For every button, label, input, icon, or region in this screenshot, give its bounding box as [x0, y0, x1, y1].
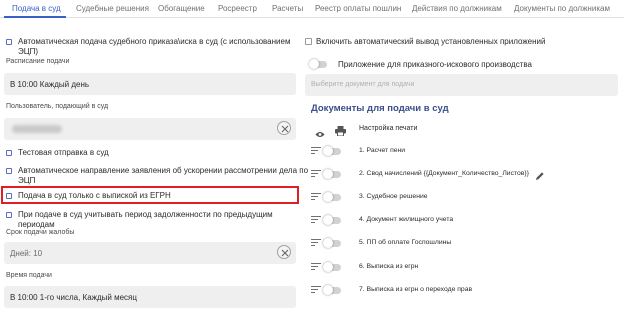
document-name: 2. Свод начислений {{Документ_Количество… [359, 170, 529, 177]
auto-submit-label: Автоматическая подача судебного приказа\… [18, 37, 291, 46]
drag-handle-icon[interactable] [311, 170, 321, 178]
tab-debtor-documents[interactable]: Документы по должникам [514, 4, 610, 13]
document-row: 5. ПП об оплате Госпошлины [311, 237, 611, 251]
tab-bar: Подача в суд Судебные решения Обогащение… [0, 0, 624, 18]
close-icon [281, 125, 289, 133]
drag-handle-icon[interactable] [311, 216, 321, 224]
document-name: 4. Документ жилищного учета [359, 216, 454, 223]
print-settings-header: Настройка печати [311, 123, 611, 137]
document-name: 1. Расчет пени [359, 147, 406, 154]
document-row: 6. Выписка из егрн [311, 261, 611, 275]
order-claim-toggle[interactable] [309, 59, 327, 69]
test-submit-checkbox[interactable] [6, 150, 12, 156]
document-row: 7. Выписка из егрн о переходе прав [311, 284, 611, 298]
document-row: 2. Свод начислений {{Документ_Количество… [311, 168, 611, 182]
printer-icon[interactable] [335, 123, 346, 141]
tab-court-submission[interactable]: Подача в суд [12, 4, 61, 13]
test-submit-label: Тестовая отправка в суд [18, 148, 109, 157]
document-name: 7. Выписка из егрн о переходе прав [359, 286, 473, 293]
complaint-label: Срок подачи жалобы [6, 229, 75, 236]
auto-submit-label-cont: ЭЦП) [18, 47, 39, 56]
pencil-icon[interactable] [535, 168, 545, 186]
debt-period-label: При подаче в суд учитывать период задолж… [18, 210, 273, 219]
order-claim-label: Приложение для приказного-искового произ… [338, 60, 532, 69]
time-field[interactable]: В 10:00 1-го числа, Каждый месяц [4, 286, 296, 308]
close-icon [281, 249, 289, 257]
document-toggle[interactable] [323, 238, 341, 248]
document-name: 5. ПП об оплате Госпошлины [359, 239, 452, 246]
document-toggle[interactable] [323, 192, 341, 202]
time-value: В 10:00 1-го числа, Каждый месяц [10, 293, 137, 302]
auto-output-checkbox[interactable] [305, 38, 312, 45]
drag-handle-icon[interactable] [311, 263, 321, 271]
egrn-only-checkbox[interactable] [6, 193, 12, 199]
clear-user-button[interactable] [277, 121, 291, 135]
document-select[interactable]: Выберите документ для подачи [305, 74, 618, 96]
auto-submit-checkbox[interactable] [6, 39, 12, 45]
egrn-only-label: Подача в суд только с выпиской из ЕГРН [18, 191, 171, 200]
section-title: Документы для подачи в суд [311, 103, 449, 114]
drag-handle-icon[interactable] [311, 286, 321, 294]
user-label: Пользователь, подающий в суд [6, 103, 109, 110]
eye-icon[interactable] [315, 125, 325, 143]
drag-handle-icon[interactable] [311, 239, 321, 247]
tab-rosreestr[interactable]: Росреестр [218, 4, 257, 13]
document-row: 1. Расчет пени [311, 145, 611, 159]
tab-fee-registry[interactable]: Реестр оплаты пошлин [315, 4, 401, 13]
debt-period-checkbox[interactable] [6, 212, 12, 218]
user-value-redacted [12, 125, 62, 133]
document-toggle[interactable] [323, 215, 341, 225]
print-settings-label: Настройка печати [359, 125, 418, 132]
drag-handle-icon[interactable] [311, 147, 321, 155]
document-select-placeholder: Выберите документ для подачи [311, 81, 415, 88]
document-name: 6. Выписка из егрн [359, 263, 419, 270]
document-toggle[interactable] [323, 146, 341, 156]
document-toggle[interactable] [323, 262, 341, 272]
drag-handle-icon[interactable] [311, 193, 321, 201]
auto-direction-label: Автоматическое направление заявления об … [18, 166, 309, 175]
time-label: Время подачи [6, 272, 52, 279]
complaint-field[interactable]: Дней: 10 [4, 242, 296, 264]
schedule-label: Расписание подачи [6, 58, 70, 65]
auto-output-label: Включить автоматический вывод установлен… [316, 37, 546, 46]
auto-direction-label-cont: ЭЦП [18, 176, 36, 185]
document-row: 3. Судебное решение [311, 191, 611, 205]
schedule-value: В 10:00 Каждый день [10, 80, 90, 89]
user-field[interactable] [4, 118, 296, 140]
tab-calculations[interactable]: Расчеты [272, 4, 303, 13]
clear-complaint-button[interactable] [277, 245, 291, 259]
tab-court-decisions[interactable]: Судебные решения [76, 4, 149, 13]
document-name: 3. Судебное решение [359, 193, 428, 200]
active-tab-indicator [4, 16, 66, 18]
document-toggle[interactable] [323, 285, 341, 295]
document-toggle[interactable] [323, 169, 341, 179]
tab-debtor-actions[interactable]: Действия по должникам [412, 4, 502, 13]
auto-direction-checkbox[interactable] [6, 168, 12, 174]
document-row: 4. Документ жилищного учета [311, 214, 611, 228]
complaint-value: Дней: 10 [10, 249, 43, 258]
tab-enrichment[interactable]: Обогащение [158, 4, 205, 13]
schedule-field[interactable]: В 10:00 Каждый день [4, 73, 296, 95]
